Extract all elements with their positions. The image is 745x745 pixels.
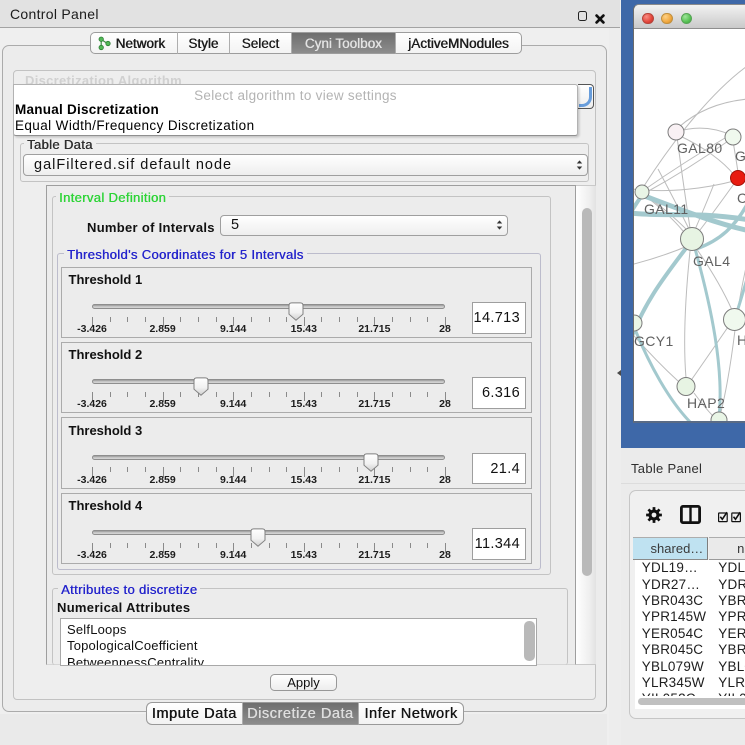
svg-text:GCY1: GCY1: [634, 333, 674, 349]
svg-text:GA: GA: [735, 148, 745, 164]
svg-text:GAL4: GAL4: [693, 253, 730, 269]
svg-text:C: C: [737, 190, 745, 206]
svg-text:HAP2: HAP2: [687, 395, 725, 411]
svg-text:H: H: [737, 332, 745, 348]
svg-text:GAL80: GAL80: [677, 140, 723, 156]
svg-text:GAL11: GAL11: [644, 201, 689, 217]
